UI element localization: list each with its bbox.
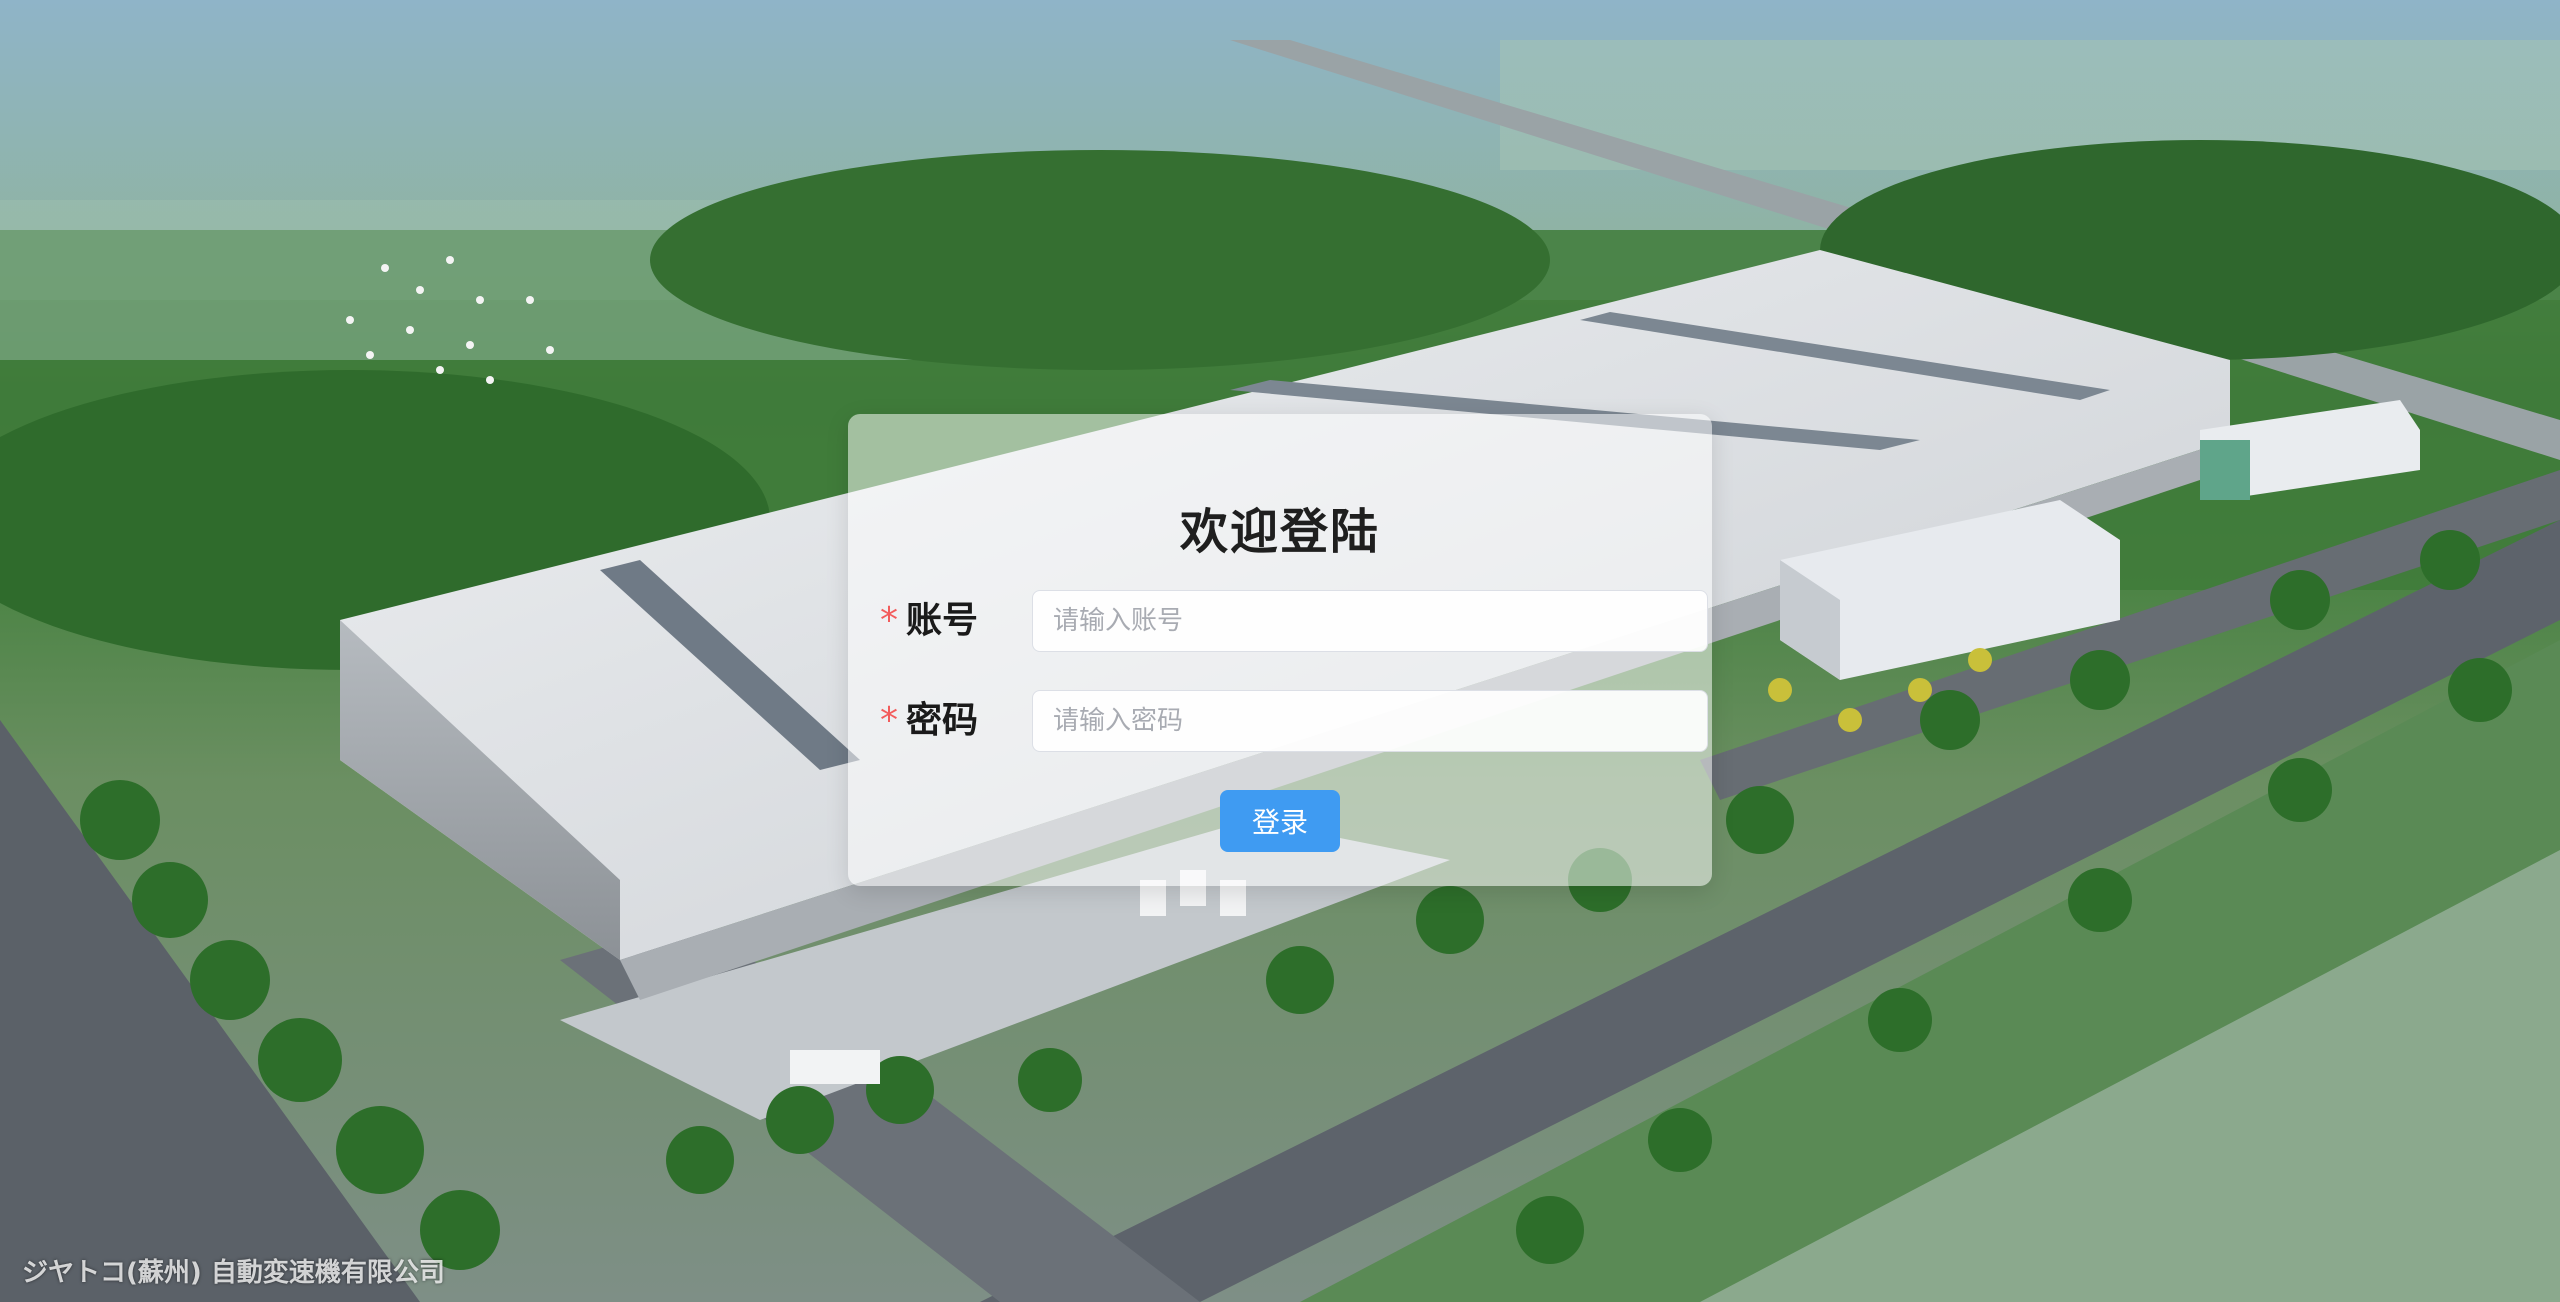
account-required-mark: * [880,600,898,641]
password-input[interactable] [1032,690,1708,752]
password-row: * 密码 [880,690,1708,752]
password-label-wrapper: * 密码 [880,690,1020,752]
password-required-mark: * [880,700,898,741]
account-label: 账号 [906,600,979,641]
login-button[interactable]: 登录 [1220,790,1340,852]
login-title: 欢迎登陆 [1179,504,1380,560]
account-row: * 账号 [880,590,1708,652]
password-label: 密码 [906,700,979,741]
login-page: ジヤトコ(蘇州) 自動変速機有限公司 欢迎登陆 *账号 *密码 登录 [0,0,2560,1302]
account-input[interactable] [1032,590,1708,652]
login-card: 欢迎登陆 *账号 *密码 登录 [848,414,1712,886]
account-label-wrapper: * 账号 [880,590,1020,652]
company-watermark: ジヤトコ(蘇州) 自動変速機有限公司 [22,1258,445,1288]
